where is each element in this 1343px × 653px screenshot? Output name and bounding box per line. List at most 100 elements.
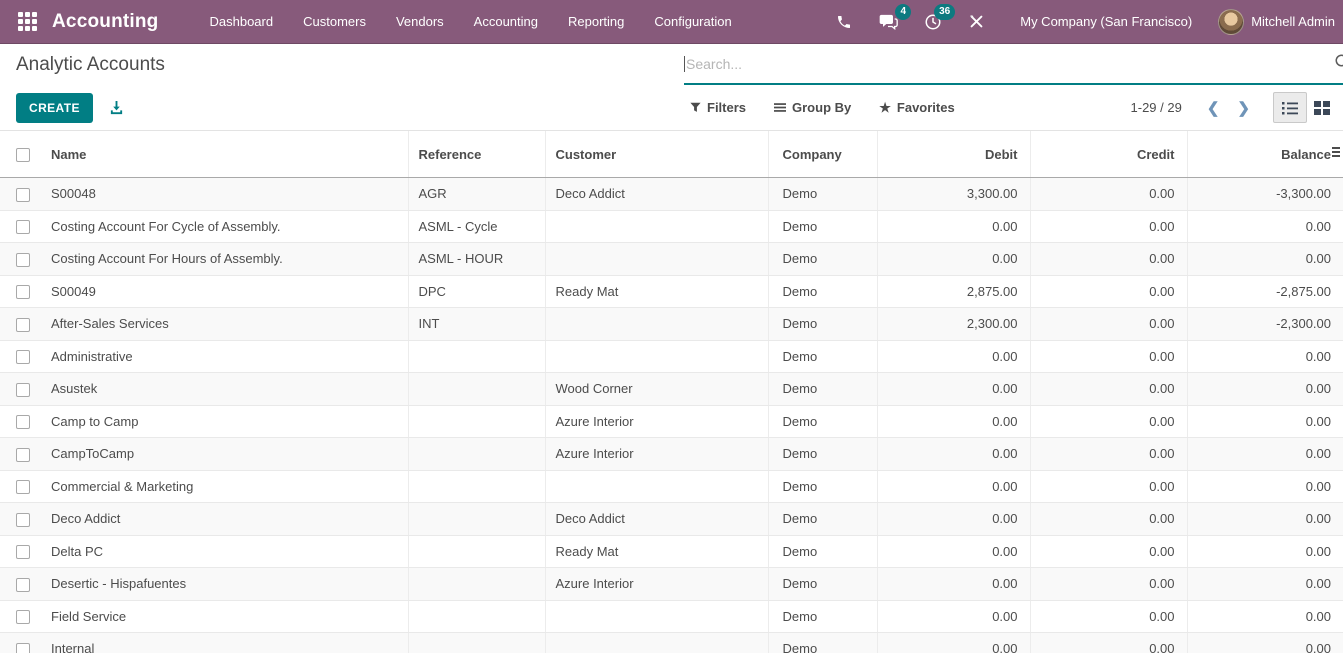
activities-button[interactable]: 36 bbox=[911, 13, 955, 31]
cell-credit: 0.00 bbox=[1030, 243, 1187, 276]
company-switcher[interactable]: My Company (San Francisco) bbox=[1020, 14, 1192, 29]
group-by-button[interactable]: Group By bbox=[774, 100, 851, 115]
cell-debit: 0.00 bbox=[877, 535, 1030, 568]
table-row[interactable]: After-Sales Services INT Demo 2,300.00 0… bbox=[0, 308, 1343, 341]
row-checkbox[interactable] bbox=[16, 318, 30, 332]
pager-range: 1-29 / 29 bbox=[1131, 100, 1182, 115]
column-header-reference[interactable]: Reference bbox=[408, 131, 545, 178]
favorites-button[interactable]: ★ Favorites bbox=[879, 100, 954, 116]
column-header-balance[interactable]: Balance bbox=[1187, 131, 1343, 178]
menu-customers[interactable]: Customers bbox=[288, 0, 381, 44]
column-header-name[interactable]: Name bbox=[43, 131, 408, 178]
table-row[interactable]: Field Service Demo 0.00 0.00 0.00 bbox=[0, 600, 1343, 633]
row-checkbox[interactable] bbox=[16, 220, 30, 234]
table-row[interactable]: Costing Account For Cycle of Assembly. A… bbox=[0, 210, 1343, 243]
row-checkbox[interactable] bbox=[16, 480, 30, 494]
table-row[interactable]: S00048 AGR Deco Addict Demo 3,300.00 0.0… bbox=[0, 178, 1343, 211]
crossed-tools-icon bbox=[968, 13, 985, 30]
table-row[interactable]: Camp to Camp Azure Interior Demo 0.00 0.… bbox=[0, 405, 1343, 438]
kanban-view-icon bbox=[1314, 101, 1330, 115]
table-row[interactable]: Costing Account For Hours of Assembly. A… bbox=[0, 243, 1343, 276]
menu-dashboard[interactable]: Dashboard bbox=[195, 0, 289, 44]
row-checkbox[interactable] bbox=[16, 415, 30, 429]
top-navbar: Accounting Dashboard Customers Vendors A… bbox=[0, 0, 1343, 44]
search-options: Filters Group By ★ Favorites bbox=[690, 100, 955, 116]
cell-company: Demo bbox=[768, 210, 877, 243]
cell-reference bbox=[408, 633, 545, 653]
table-row[interactable]: CampToCamp Azure Interior Demo 0.00 0.00… bbox=[0, 438, 1343, 471]
row-checkbox[interactable] bbox=[16, 610, 30, 624]
user-menu[interactable]: Mitchell Admin bbox=[1218, 9, 1335, 35]
messages-button[interactable]: 4 bbox=[865, 13, 911, 30]
optional-columns-toggle-icon[interactable] bbox=[1332, 147, 1340, 157]
filters-button[interactable]: Filters bbox=[690, 100, 746, 115]
pager-next-button[interactable]: ❯ bbox=[1228, 97, 1259, 119]
table-row[interactable]: Delta PC Ready Mat Demo 0.00 0.00 0.00 bbox=[0, 535, 1343, 568]
row-checkbox[interactable] bbox=[16, 188, 30, 202]
list-view-button[interactable] bbox=[1273, 92, 1307, 123]
row-checkbox[interactable] bbox=[16, 448, 30, 462]
cell-reference bbox=[408, 535, 545, 568]
table-row[interactable]: S00049 DPC Ready Mat Demo 2,875.00 0.00 … bbox=[0, 275, 1343, 308]
cell-name: Field Service bbox=[43, 600, 408, 633]
cell-name: Costing Account For Cycle of Assembly. bbox=[43, 210, 408, 243]
cell-company: Demo bbox=[768, 633, 877, 653]
cell-reference bbox=[408, 568, 545, 601]
cell-balance: 0.00 bbox=[1187, 535, 1343, 568]
row-checkbox[interactable] bbox=[16, 383, 30, 397]
menu-vendors[interactable]: Vendors bbox=[381, 0, 459, 44]
cell-balance: 0.00 bbox=[1187, 373, 1343, 406]
row-checkbox[interactable] bbox=[16, 350, 30, 364]
search-input[interactable] bbox=[686, 56, 1343, 72]
row-checkbox[interactable] bbox=[16, 545, 30, 559]
create-button[interactable]: CREATE bbox=[16, 93, 93, 123]
table-row[interactable]: Deco Addict Deco Addict Demo 0.00 0.00 0… bbox=[0, 503, 1343, 536]
cell-balance: -2,875.00 bbox=[1187, 275, 1343, 308]
cell-name: S00049 bbox=[43, 275, 408, 308]
cell-reference: DPC bbox=[408, 275, 545, 308]
text-caret bbox=[684, 56, 685, 72]
column-header-customer[interactable]: Customer bbox=[545, 131, 768, 178]
table-row[interactable]: Commercial & Marketing Demo 0.00 0.00 0.… bbox=[0, 470, 1343, 503]
export-button[interactable] bbox=[109, 100, 124, 115]
cell-customer: Ready Mat bbox=[545, 535, 768, 568]
row-checkbox[interactable] bbox=[16, 513, 30, 527]
cell-customer: Azure Interior bbox=[545, 405, 768, 438]
cell-credit: 0.00 bbox=[1030, 503, 1187, 536]
app-title[interactable]: Accounting bbox=[52, 11, 159, 33]
column-header-company[interactable]: Company bbox=[768, 131, 877, 178]
table-row[interactable]: Asustek Wood Corner Demo 0.00 0.00 0.00 bbox=[0, 373, 1343, 406]
menu-accounting[interactable]: Accounting bbox=[459, 0, 553, 44]
cell-credit: 0.00 bbox=[1030, 535, 1187, 568]
table-row[interactable]: Administrative Demo 0.00 0.00 0.00 bbox=[0, 340, 1343, 373]
cell-reference bbox=[408, 600, 545, 633]
cell-customer bbox=[545, 633, 768, 653]
table-row[interactable]: Internal Demo 0.00 0.00 0.00 bbox=[0, 633, 1343, 653]
column-header-debit[interactable]: Debit bbox=[877, 131, 1030, 178]
row-checkbox[interactable] bbox=[16, 253, 30, 267]
kanban-view-button[interactable] bbox=[1307, 92, 1337, 123]
cell-reference bbox=[408, 373, 545, 406]
cell-reference: ASML - Cycle bbox=[408, 210, 545, 243]
cell-company: Demo bbox=[768, 470, 877, 503]
search-icon[interactable] bbox=[1334, 53, 1343, 71]
column-header-credit[interactable]: Credit bbox=[1030, 131, 1187, 178]
pager-previous-button[interactable]: ❮ bbox=[1198, 97, 1229, 119]
apps-menu-button[interactable] bbox=[10, 5, 44, 39]
cell-debit: 0.00 bbox=[877, 373, 1030, 406]
row-checkbox[interactable] bbox=[16, 578, 30, 592]
select-all-checkbox[interactable] bbox=[16, 148, 30, 162]
menu-configuration[interactable]: Configuration bbox=[639, 0, 746, 44]
menu-reporting[interactable]: Reporting bbox=[553, 0, 639, 44]
cell-balance: 0.00 bbox=[1187, 600, 1343, 633]
cell-name: S00048 bbox=[43, 178, 408, 211]
table-row[interactable]: Desertic - Hispafuentes Azure Interior D… bbox=[0, 568, 1343, 601]
cell-customer: Ready Mat bbox=[545, 275, 768, 308]
cell-company: Demo bbox=[768, 503, 877, 536]
row-checkbox[interactable] bbox=[16, 285, 30, 299]
row-checkbox[interactable] bbox=[16, 643, 30, 653]
cell-credit: 0.00 bbox=[1030, 405, 1187, 438]
cell-customer bbox=[545, 340, 768, 373]
support-tools-button[interactable] bbox=[955, 13, 998, 30]
voip-button[interactable] bbox=[823, 14, 865, 30]
